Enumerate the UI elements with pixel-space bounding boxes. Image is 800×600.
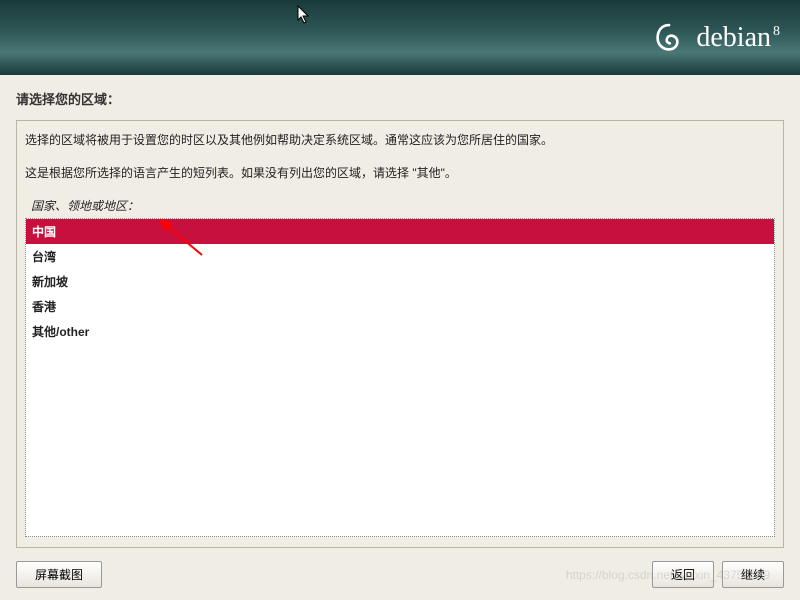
region-list-label: 国家、领地或地区： — [31, 197, 775, 214]
screenshot-button[interactable]: 屏幕截图 — [16, 561, 102, 588]
debian-swirl-icon — [650, 19, 688, 57]
back-button[interactable]: 返回 — [652, 561, 714, 588]
region-list[interactable]: 中国 台湾 新加坡 香港 其他/other — [25, 218, 775, 537]
page-title: 请选择您的区域： — [16, 89, 784, 108]
region-item-china[interactable]: 中国 — [26, 219, 774, 244]
region-item-hongkong[interactable]: 香港 — [26, 294, 774, 319]
installer-header-banner: debian8 — [0, 0, 800, 75]
description-line-2: 这是根据您所选择的语言产生的短列表。如果没有列出您的区域，请选择 "其他"。 — [25, 164, 775, 183]
region-item-singapore[interactable]: 新加坡 — [26, 269, 774, 294]
main-panel: 选择的区域将被用于设置您的时区以及其他例如帮助决定系统区域。通常这应该为您所居住… — [16, 120, 784, 548]
debian-logo: debian8 — [650, 19, 780, 57]
button-bar-right: 返回 继续 — [652, 561, 784, 588]
continue-button[interactable]: 继续 — [722, 561, 784, 588]
button-bar: 屏幕截图 返回 继续 — [16, 548, 784, 590]
button-bar-left: 屏幕截图 — [16, 561, 102, 588]
description-line-1: 选择的区域将被用于设置您的时区以及其他例如帮助决定系统区域。通常这应该为您所居住… — [25, 131, 775, 150]
region-item-other[interactable]: 其他/other — [26, 319, 774, 344]
region-item-taiwan[interactable]: 台湾 — [26, 244, 774, 269]
installer-content-area: 请选择您的区域： 选择的区域将被用于设置您的时区以及其他例如帮助决定系统区域。通… — [0, 75, 800, 600]
debian-brand-text: debian8 — [696, 22, 780, 54]
